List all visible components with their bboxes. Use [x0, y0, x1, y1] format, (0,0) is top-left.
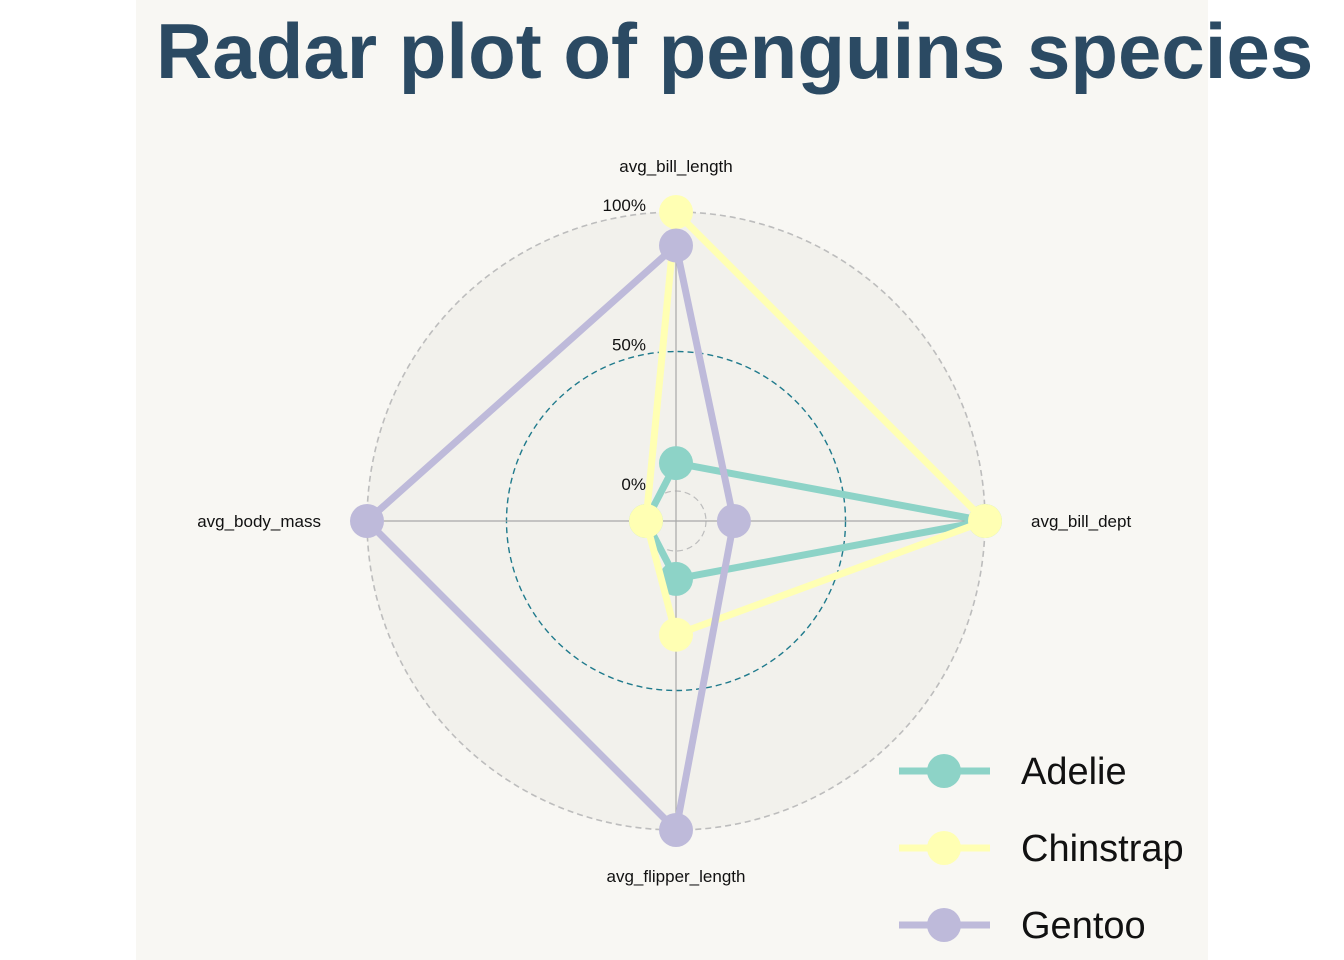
- grid-label: 0%: [621, 475, 646, 494]
- data-point: [629, 504, 663, 538]
- legend-label: Chinstrap: [1021, 828, 1184, 870]
- data-point: [659, 228, 693, 263]
- data-point: [968, 504, 1002, 538]
- legend-marker: [927, 754, 961, 788]
- legend: Adelie Chinstrap Gentoo: [899, 751, 1184, 947]
- chart-title: Radar plot of penguins species: [156, 7, 1313, 95]
- data-point: [350, 504, 384, 538]
- data-point: [716, 504, 751, 538]
- data-point: [659, 813, 693, 847]
- radar-chart: Radar plot of penguins species 0% 50% 100%…: [156, 7, 1313, 947]
- axis-label: avg_flipper_length: [607, 867, 746, 886]
- legend-marker: [927, 831, 961, 865]
- legend-label: Adelie: [1021, 751, 1127, 793]
- legend-label: Gentoo: [1021, 905, 1146, 947]
- data-point: [659, 617, 693, 652]
- grid-label: 50%: [612, 336, 646, 355]
- data-point: [659, 446, 693, 481]
- axis-label: avg_bill_dept: [1031, 512, 1131, 531]
- data-point: [659, 195, 693, 229]
- grid-label: 100%: [603, 196, 646, 215]
- axis-label: avg_body_mass: [197, 512, 321, 531]
- legend-marker: [927, 908, 961, 942]
- axis-label: avg_bill_length: [619, 157, 732, 176]
